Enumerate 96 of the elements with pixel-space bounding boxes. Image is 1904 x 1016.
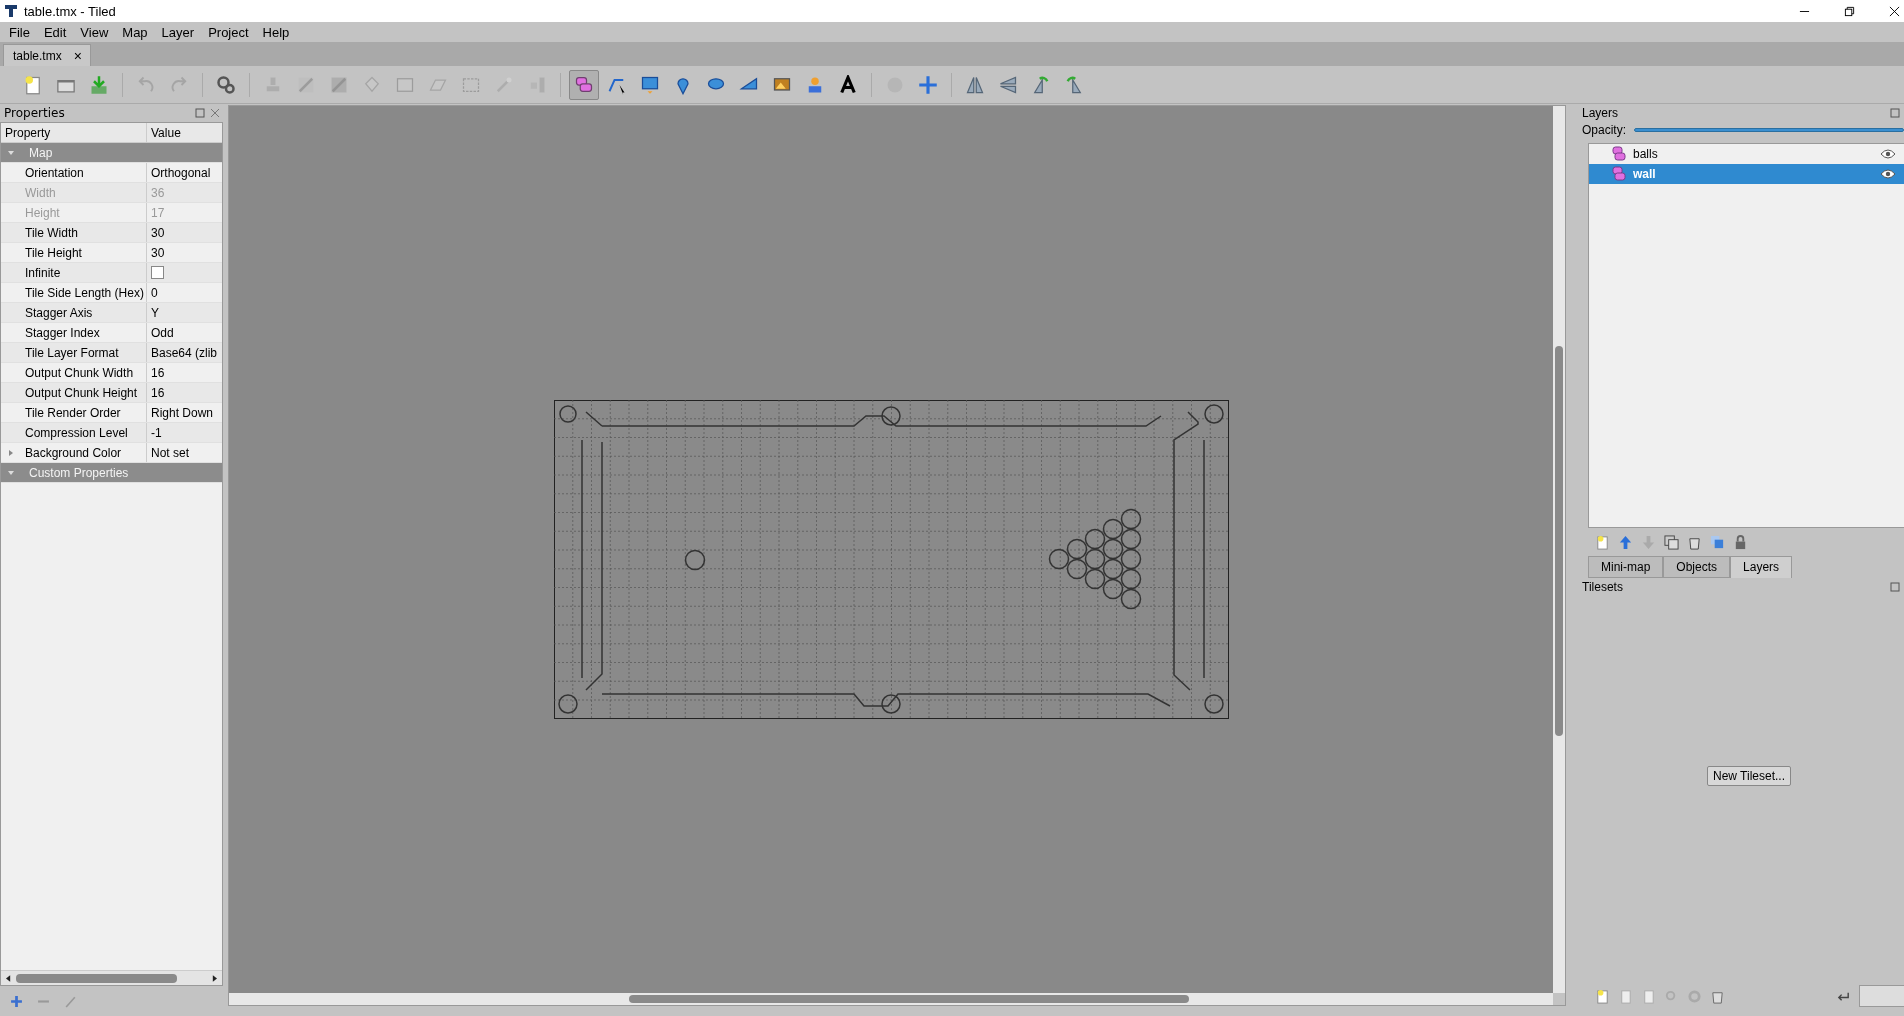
input-field[interactable]	[1859, 985, 1904, 1007]
close-icon[interactable]	[1889, 5, 1900, 17]
layer-name: balls	[1633, 147, 1658, 161]
property-value[interactable]: 16	[151, 365, 165, 380]
panel-tab[interactable]: Mini-map	[1588, 556, 1664, 578]
property-name: Compression Level	[25, 425, 128, 440]
layer-row[interactable]: balls	[1589, 144, 1904, 164]
panel-title: Tilesets	[1582, 580, 1623, 594]
column-header[interactable]: Property	[1, 123, 147, 142]
property-value[interactable]: 16	[151, 385, 165, 400]
checkbox[interactable]	[151, 266, 164, 279]
document-tab[interactable]: table.tmx ×	[3, 44, 91, 66]
rotate-right-icon	[1064, 74, 1084, 95]
eye-icon[interactable]	[1880, 169, 1896, 179]
new-layer-icon[interactable]	[1595, 534, 1610, 550]
property-name: Tile Height	[25, 245, 82, 260]
scrollbar-thumb[interactable]	[16, 973, 177, 983]
property-name: Height	[25, 205, 60, 220]
scrollbar-thumb[interactable]	[629, 995, 1189, 1003]
gears-icon	[216, 74, 236, 95]
add-icon[interactable]	[10, 994, 23, 1008]
float-panel-icon[interactable]	[195, 108, 205, 118]
float-panel-icon[interactable]	[1890, 108, 1900, 118]
text-icon	[838, 74, 858, 95]
object-layer-icon	[1611, 146, 1627, 162]
property-name: Infinite	[25, 265, 61, 280]
layers-select-icon	[574, 74, 594, 95]
new-document-icon	[23, 74, 43, 95]
redo-icon	[169, 74, 189, 95]
property-value[interactable]: Odd	[151, 325, 174, 340]
object-layer-icon	[1611, 166, 1627, 182]
scroll-left-icon[interactable]	[6, 974, 11, 982]
expand-arrow-icon	[7, 148, 15, 157]
panel-title: Layers	[1582, 106, 1619, 120]
tab-label: table.tmx	[13, 48, 62, 63]
panel-tab[interactable]: Objects	[1663, 556, 1731, 578]
menu-item[interactable]: Project	[201, 24, 256, 40]
property-value[interactable]: -1	[151, 425, 162, 440]
property-name: Orientation	[25, 165, 84, 180]
menu-item[interactable]: File	[2, 24, 37, 40]
menu-item[interactable]: Map	[115, 24, 155, 40]
property-name: Background Color	[25, 445, 122, 460]
panel-title: Properties	[4, 106, 65, 120]
menu-item[interactable]: Edit	[36, 24, 74, 40]
property-name: Tile Layer Format	[25, 345, 119, 360]
expand-arrow-icon[interactable]	[7, 448, 15, 457]
duplicate-icon[interactable]	[1664, 534, 1679, 550]
scroll-right-icon[interactable]	[212, 974, 217, 982]
column-header[interactable]: Value	[147, 125, 222, 140]
arrow-up-icon[interactable]	[1618, 534, 1633, 550]
property-value[interactable]: 30	[151, 225, 165, 240]
property-name: Stagger Index	[25, 325, 100, 340]
property-value[interactable]: Not set	[151, 445, 189, 460]
flip-vertical-icon	[998, 74, 1018, 95]
eye-icon[interactable]	[1880, 149, 1896, 159]
scrollbar-thumb[interactable]	[1555, 346, 1563, 736]
save-icon	[89, 74, 109, 95]
property-name: Tile Side Length (Hex)	[25, 285, 144, 300]
lock-icon[interactable]	[1733, 534, 1748, 550]
property-value[interactable]: Orthogonal	[151, 165, 211, 180]
window-title: table.tmx - Tiled	[24, 3, 116, 19]
group-label: Map	[29, 145, 53, 160]
property-value[interactable]: Y	[151, 305, 159, 320]
expand-arrow-icon	[7, 468, 15, 477]
property-value[interactable]: 0	[151, 285, 158, 300]
opacity-label: Opacity:	[1582, 123, 1626, 137]
rectangle-icon	[640, 74, 660, 95]
property-name: Output Chunk Height	[25, 385, 138, 400]
layers-icon[interactable]	[1710, 534, 1725, 550]
new-tileset-icon[interactable]	[1595, 988, 1610, 1004]
property-value[interactable]: Base64 (zlib	[151, 345, 218, 360]
flip-horizontal-icon	[965, 74, 985, 95]
opacity-slider[interactable]	[1634, 128, 1904, 132]
undo-icon	[136, 74, 156, 95]
property-name: Width	[25, 185, 56, 200]
layer-name: wall	[1633, 167, 1656, 181]
group-label: Custom Properties	[29, 465, 129, 480]
property-name: Tile Width	[25, 225, 78, 240]
restore-icon[interactable]	[1844, 5, 1855, 17]
menu-item[interactable]: View	[73, 24, 116, 40]
layer-row[interactable]: wall	[1589, 164, 1904, 184]
property-value[interactable]: Right Down	[151, 405, 214, 420]
float-panel-icon[interactable]	[1890, 582, 1900, 592]
pencil-icon[interactable]	[64, 994, 77, 1008]
new-tileset-button[interactable]: New Tileset...	[1707, 766, 1791, 786]
rotate-left-icon	[1031, 74, 1051, 95]
menu-item[interactable]: Layer	[154, 24, 202, 40]
menu-item[interactable]: Help	[255, 24, 297, 40]
property-name: Stagger Axis	[25, 305, 93, 320]
close-tab-button[interactable]: ×	[73, 47, 82, 64]
property-name: Tile Render Order	[25, 405, 121, 420]
property-name: Output Chunk Width	[25, 365, 134, 380]
app-logo-icon	[4, 4, 18, 18]
move-arrows-icon	[918, 74, 938, 95]
property-value[interactable]: 30	[151, 245, 165, 260]
panel-tab[interactable]: Layers	[1730, 556, 1793, 578]
